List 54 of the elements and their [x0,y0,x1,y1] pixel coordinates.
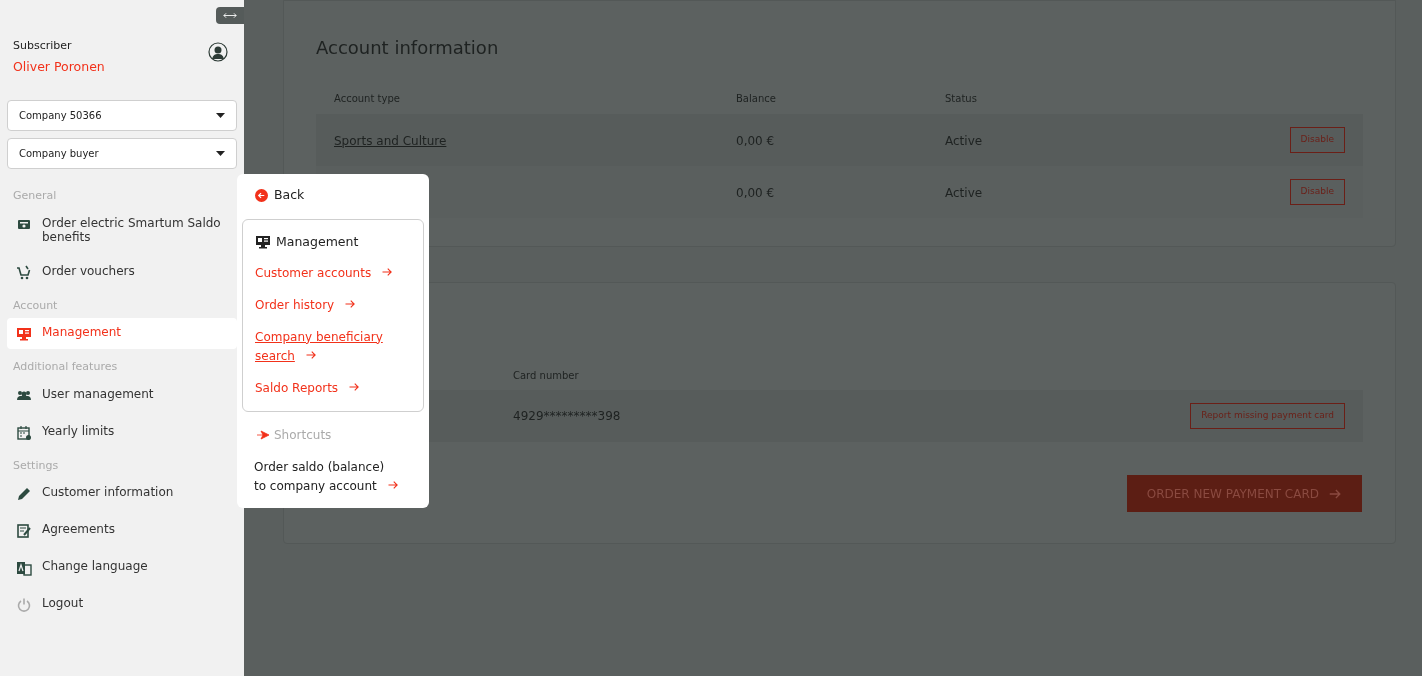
section-heading: Settings [12,457,60,474]
subscriber-label: Subscriber [13,38,73,54]
calendar-icon [16,424,32,441]
sidebar-item[interactable]: User management [7,379,237,411]
arrow-icon [304,348,317,361]
menu-link[interactable]: Order history [255,295,411,315]
sidebar-item[interactable]: Yearly limits [7,416,237,448]
cart-icon [16,264,32,281]
select-field[interactable]: Company buyer [7,138,237,170]
power-icon [16,597,32,614]
select-field[interactable]: Company 50366 [7,100,237,132]
menu-link[interactable]: Saldo Reports [255,378,411,398]
column-header: Balance [736,92,777,106]
arrow-icon [348,380,361,393]
subscriber-name: Oliver Poronen [13,57,105,76]
document-icon [16,523,32,540]
table-cell: Active [945,134,983,148]
monitor-icon [16,326,32,343]
sidebar-item[interactable]: Logout [7,589,237,621]
section-heading: Account [12,297,59,314]
monitor-icon [255,234,271,251]
dropdown-caret-icon [216,113,225,119]
menu-title: Management [276,232,359,251]
table-cell: 0,00 € [736,186,775,200]
sidebar-item[interactable]: Change language [7,552,237,584]
sidebar-item[interactable]: Order vouchers [7,256,237,288]
language-icon [16,560,32,577]
sidebar-item[interactable]: Management [7,318,237,350]
shortcuts-heading: Shortcuts [274,426,332,444]
arrow-icon [257,429,269,440]
column-header: Account type [334,92,401,106]
resize-arrows-icon [223,12,237,19]
column-header: Card number [513,369,579,383]
arrow-icon [386,478,399,491]
arrow-icon [344,297,357,310]
sidebar-item[interactable]: Customer information [7,478,237,510]
table-cell: Active [945,186,983,200]
table-cell-text: 4929*********398 [513,408,621,425]
section-heading: Additional features [12,359,119,376]
menu-link[interactable]: Customer accounts [255,263,411,283]
pencil-icon [16,486,32,503]
card-title: Account information [316,36,500,60]
shortcut-link[interactable]: Order saldo (balance) to company account [242,457,412,496]
sidebar-item[interactable]: Order electric Smartum Saldo benefits [7,208,237,251]
sidebar-item[interactable]: Agreements [7,515,237,547]
column-header: Status [945,92,978,106]
collapse-toggle-button[interactable] [216,7,244,24]
back-link[interactable]: Back [242,186,424,205]
table-cell: 0,00 € [736,134,775,148]
dropdown-caret-icon [216,151,225,157]
avatar-icon[interactable] [208,42,228,63]
section-heading: General [12,188,58,205]
arrow-icon [381,265,394,278]
menu-link[interactable]: Company beneficiary search [255,327,411,366]
